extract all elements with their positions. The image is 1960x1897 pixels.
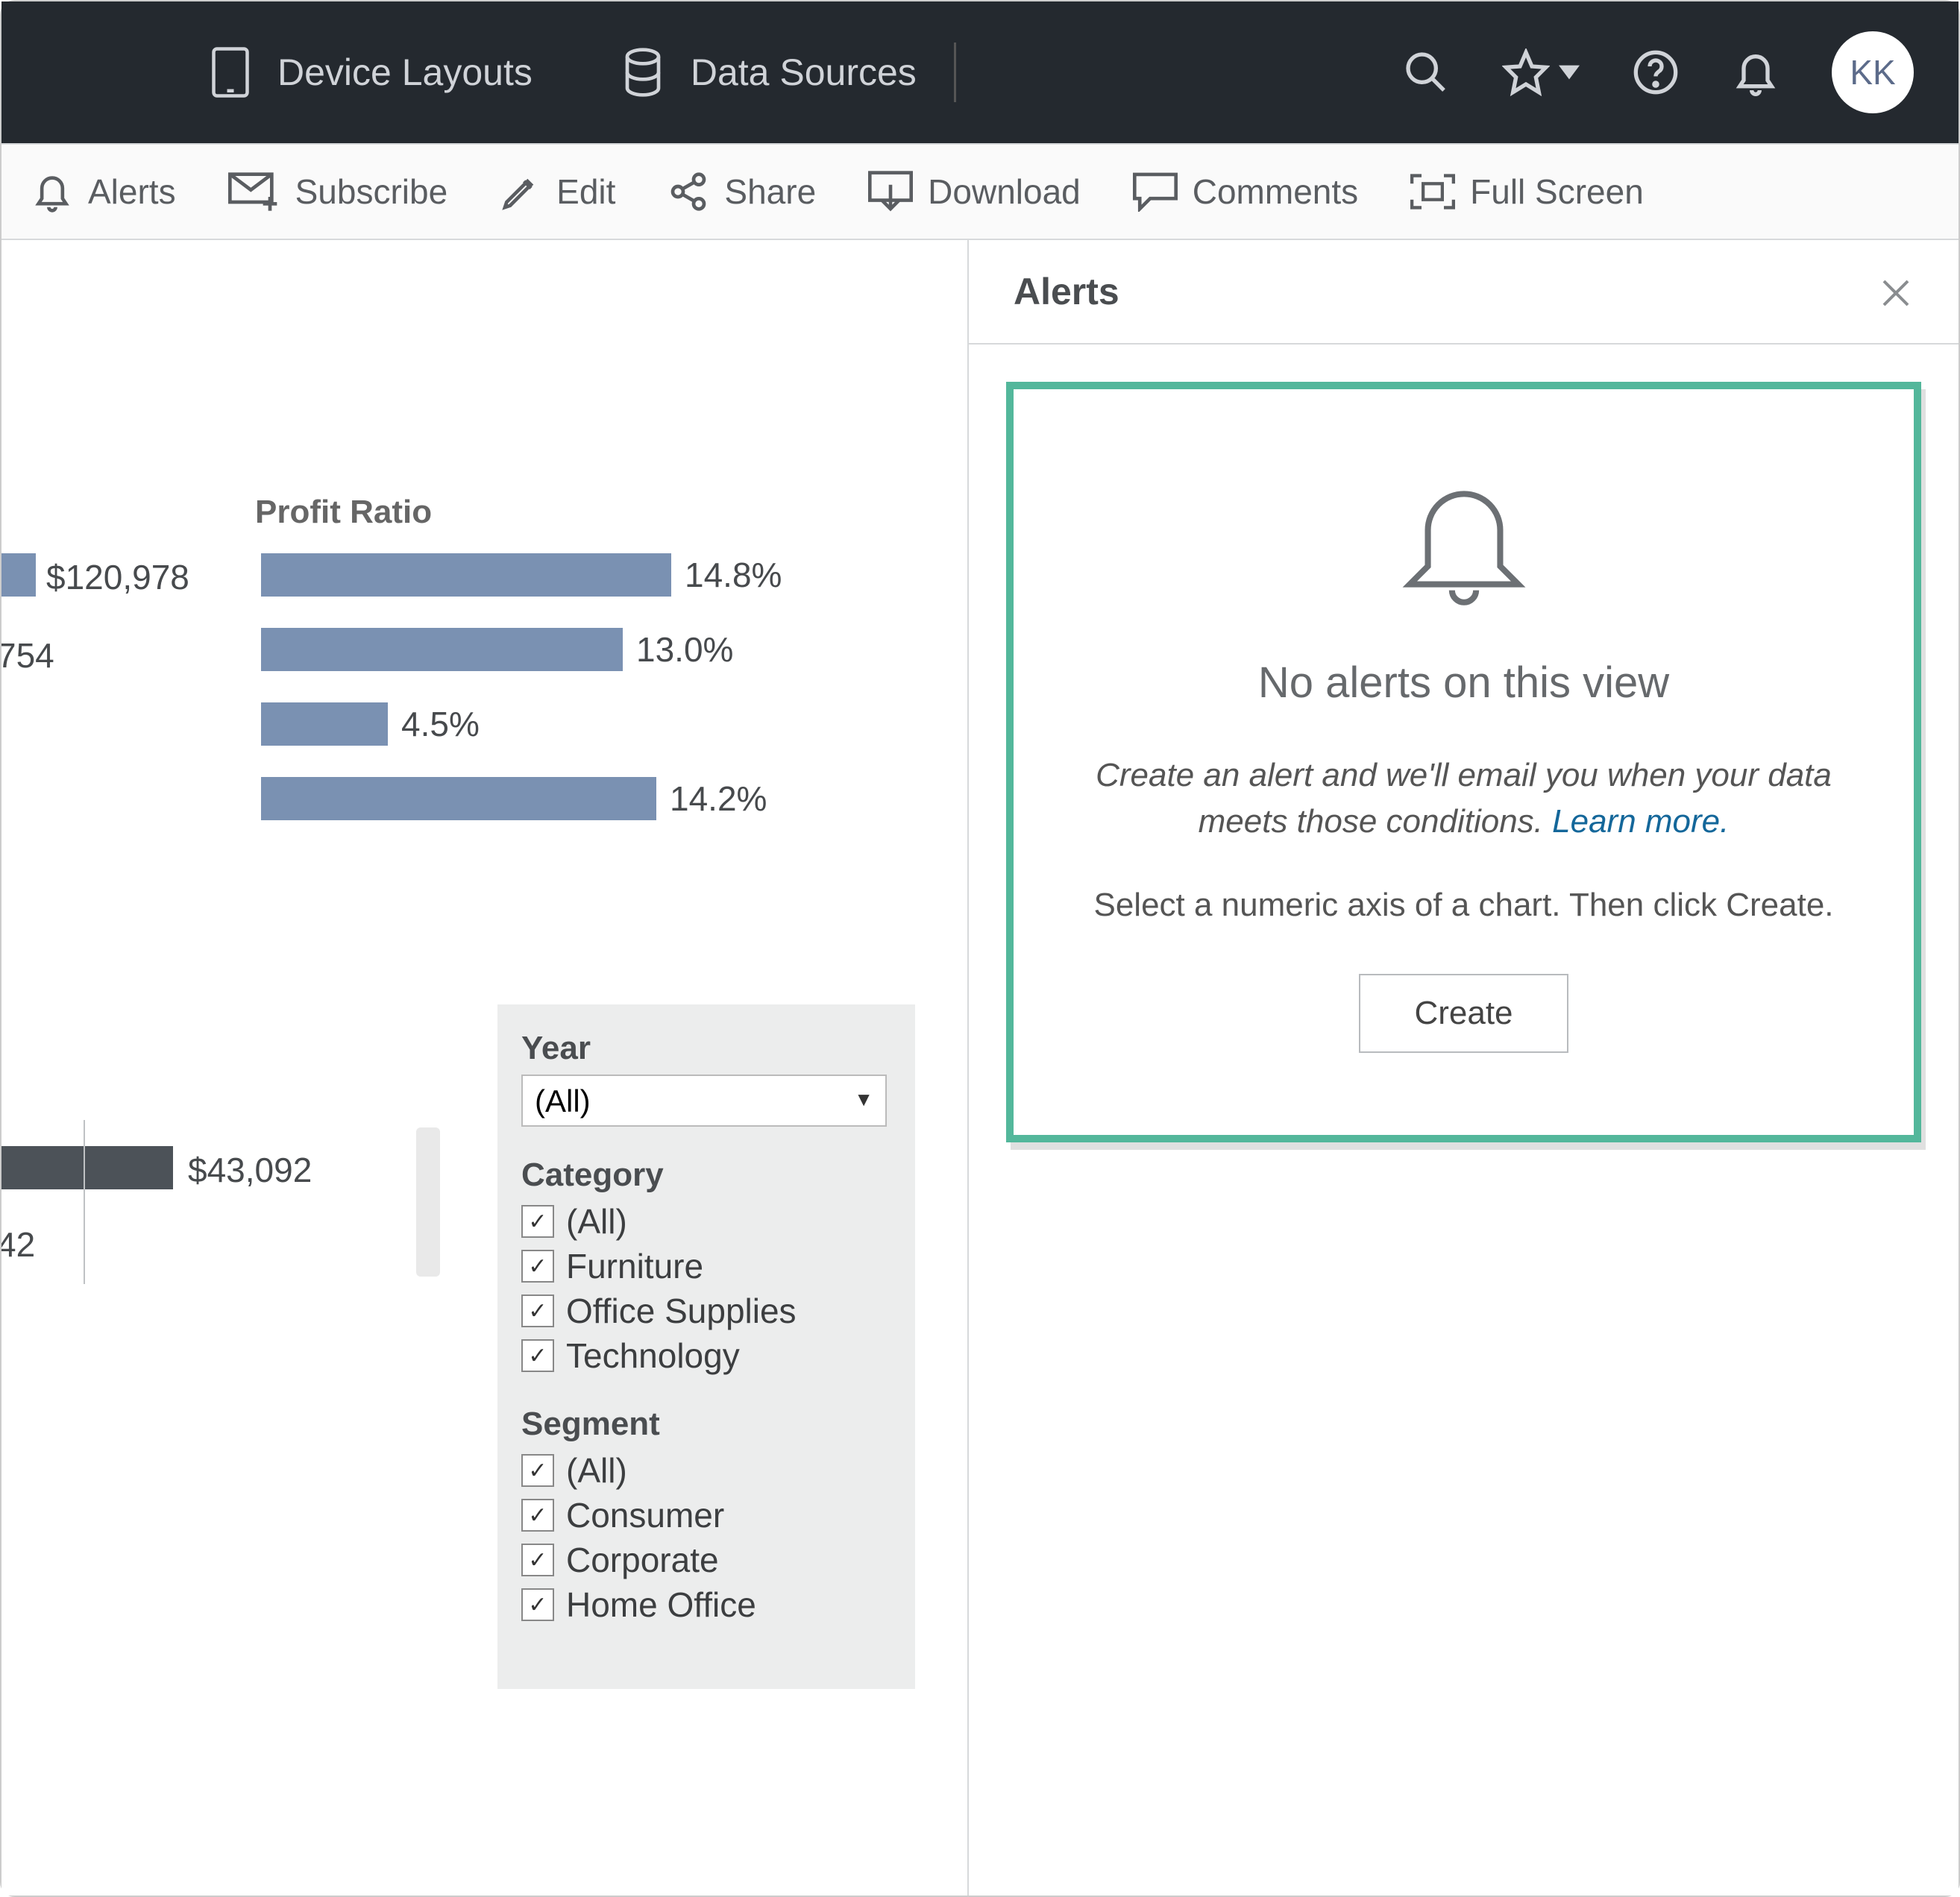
- checkbox-icon: ✓: [521, 1499, 554, 1532]
- close-icon[interactable]: [1878, 272, 1914, 312]
- segment-option[interactable]: ✓ Home Office: [521, 1585, 887, 1625]
- toolbar-label: Alerts: [88, 172, 176, 212]
- chevron-down-icon: [1559, 65, 1580, 80]
- checkbox-icon: ✓: [521, 1250, 554, 1283]
- subscribe-icon: [228, 172, 280, 211]
- tablet-icon: [210, 45, 251, 99]
- toolbar-edit[interactable]: Edit: [500, 171, 615, 213]
- value-label: $120,978: [46, 557, 189, 597]
- checkbox-icon: ✓: [521, 1339, 554, 1372]
- create-alert-button[interactable]: Create: [1359, 974, 1568, 1053]
- avatar-initials: KK: [1850, 52, 1895, 92]
- segment-option[interactable]: ✓ Corporate: [521, 1540, 887, 1580]
- chart-bar[interactable]: [1, 553, 36, 597]
- checkbox-icon: ✓: [521, 1588, 554, 1621]
- option-label: Corporate: [566, 1540, 719, 1580]
- download-icon: [868, 171, 913, 213]
- notifications-icon[interactable]: [1732, 46, 1780, 98]
- topbar-divider: [954, 43, 956, 102]
- bar-value-label: 14.2%: [670, 778, 767, 819]
- visualization-pane: $120,978 754 Profit Ratio 14.8% 13.0% 4.…: [1, 240, 967, 1896]
- alerts-panel: Alerts No alerts on this view Create an …: [967, 240, 1959, 1896]
- checkbox-icon: ✓: [521, 1454, 554, 1487]
- toolbar-share[interactable]: Share: [668, 171, 816, 213]
- toolbar-label: Edit: [556, 172, 615, 212]
- year-select[interactable]: (All): [521, 1075, 887, 1127]
- share-icon: [668, 171, 709, 213]
- option-label: Office Supplies: [566, 1291, 797, 1331]
- nav-label: Device Layouts: [277, 51, 533, 94]
- checkbox-icon: ✓: [521, 1294, 554, 1327]
- option-label: Technology: [566, 1336, 740, 1376]
- toolbar-label: Full Screen: [1470, 172, 1644, 212]
- option-label: (All): [566, 1450, 627, 1491]
- toolbar: Alerts Subscribe Edit Share Download Com…: [1, 143, 1959, 240]
- axis-line: [84, 1120, 85, 1284]
- help-icon[interactable]: [1632, 48, 1680, 96]
- user-avatar[interactable]: KK: [1832, 31, 1914, 113]
- toolbar-alerts[interactable]: Alerts: [31, 169, 176, 214]
- bell-icon: [1389, 464, 1539, 620]
- chart-bar[interactable]: [261, 628, 623, 671]
- bar-value-label: 13.0%: [636, 629, 733, 670]
- value-label: $43,092: [188, 1150, 312, 1190]
- toolbar-comments[interactable]: Comments: [1133, 172, 1358, 212]
- chart-title: Profit Ratio: [255, 494, 432, 531]
- category-option[interactable]: ✓ (All): [521, 1201, 887, 1242]
- learn-more-link[interactable]: Learn more.: [1552, 803, 1729, 840]
- toolbar-label: Subscribe: [295, 172, 448, 212]
- main-area: $120,978 754 Profit Ratio 14.8% 13.0% 4.…: [1, 240, 1959, 1896]
- category-option[interactable]: ✓ Technology: [521, 1336, 887, 1376]
- option-label: Furniture: [566, 1246, 703, 1286]
- value-label: 42: [1, 1224, 35, 1265]
- toolbar-subscribe[interactable]: Subscribe: [228, 172, 448, 212]
- alerts-instruction: Select a numeric axis of a chart. Then c…: [1058, 881, 1869, 929]
- alerts-empty-subtext: Create an alert and we'll email you when…: [1058, 752, 1869, 844]
- alerts-empty-card: No alerts on this view Create an alert a…: [1006, 382, 1921, 1142]
- filter-title-segment: Segment: [521, 1406, 887, 1443]
- top-navbar: Device Layouts Data Sources KK: [1, 1, 1959, 143]
- filters-panel: Year (All) Category ✓ (All) ✓ Furniture ✓ O…: [497, 1004, 915, 1689]
- bell-icon: [31, 169, 73, 214]
- nav-data-sources[interactable]: Data Sources: [622, 48, 917, 97]
- favorite-dropdown[interactable]: [1502, 48, 1580, 96]
- toolbar-fullscreen[interactable]: Full Screen: [1410, 172, 1644, 212]
- category-option[interactable]: ✓ Office Supplies: [521, 1291, 887, 1331]
- toolbar-label: Share: [724, 172, 816, 212]
- category-option[interactable]: ✓ Furniture: [521, 1246, 887, 1286]
- option-label: (All): [566, 1201, 627, 1242]
- filter-title-year: Year: [521, 1030, 887, 1067]
- alerts-panel-title: Alerts: [1014, 270, 1119, 313]
- segment-option[interactable]: ✓ Consumer: [521, 1495, 887, 1535]
- checkbox-icon: ✓: [521, 1205, 554, 1238]
- chart-bar[interactable]: [261, 553, 671, 597]
- pencil-icon: [500, 171, 541, 213]
- toolbar-label: Download: [928, 172, 1081, 212]
- scrollbar[interactable]: [416, 1127, 440, 1277]
- fullscreen-icon: [1410, 173, 1455, 210]
- toolbar-download[interactable]: Download: [868, 171, 1081, 213]
- chart-bar[interactable]: [261, 702, 388, 746]
- bar-value-label: 4.5%: [401, 704, 480, 744]
- checkbox-icon: ✓: [521, 1544, 554, 1576]
- nav-label: Data Sources: [691, 51, 917, 94]
- search-icon[interactable]: [1402, 48, 1450, 96]
- alerts-panel-header: Alerts: [969, 240, 1959, 345]
- segment-option[interactable]: ✓ (All): [521, 1450, 887, 1491]
- nav-device-layouts[interactable]: Device Layouts: [210, 45, 533, 99]
- filter-title-category: Category: [521, 1157, 887, 1194]
- database-icon: [622, 48, 664, 97]
- chart-bar[interactable]: [1, 1146, 173, 1189]
- chart-bar[interactable]: [261, 777, 656, 820]
- option-label: Consumer: [566, 1495, 724, 1535]
- alerts-empty-heading: No alerts on this view: [1058, 658, 1869, 708]
- bar-value-label: 14.8%: [685, 555, 782, 595]
- comment-icon: [1133, 172, 1178, 212]
- toolbar-label: Comments: [1193, 172, 1358, 212]
- star-icon: [1502, 48, 1550, 96]
- option-label: Home Office: [566, 1585, 756, 1625]
- value-label: 754: [1, 635, 54, 676]
